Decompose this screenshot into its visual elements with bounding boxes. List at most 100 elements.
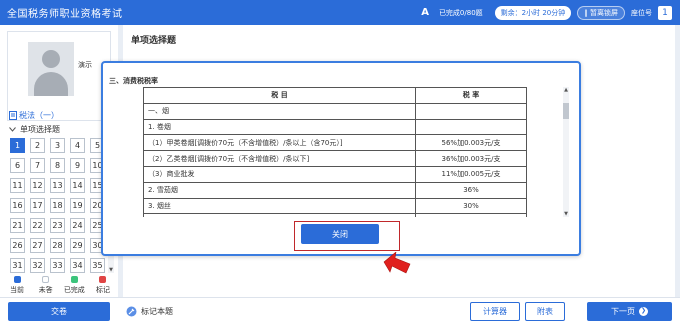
appendix-button[interactable]: 附表: [525, 302, 565, 321]
time-remaining: 剩余：2小时 20分钟: [494, 5, 572, 20]
tax-item-cell: [143, 213, 416, 217]
question-number-button[interactable]: 13: [50, 178, 65, 193]
legend-label: 未答: [38, 286, 53, 294]
scroll-down-icon[interactable]: ▼: [563, 211, 569, 217]
tax-rate-cell: 30%: [415, 197, 527, 215]
question-number-button[interactable]: 28: [50, 238, 65, 253]
legend-swatch: [99, 276, 107, 283]
tax-item-cell: 2. 雪茄烟: [143, 181, 416, 199]
tax-rate-cell: [415, 213, 527, 217]
subject-label: 税法（一）: [19, 111, 59, 120]
next-page-label: 下一页: [611, 307, 635, 316]
question-number-button[interactable]: 23: [50, 218, 65, 233]
question-number-button[interactable]: 35: [90, 258, 105, 273]
question-number-button[interactable]: 27: [30, 238, 45, 253]
section-toggle[interactable]: 单项选择题: [9, 124, 60, 135]
pin-icon: [126, 306, 137, 317]
legend-swatch: [70, 276, 78, 283]
question-number-button[interactable]: 32: [30, 258, 45, 273]
question-number-button[interactable]: 17: [30, 198, 45, 213]
column-header-rate: 税 率: [415, 87, 527, 104]
legend-item: 当前: [4, 276, 30, 295]
question-number-button[interactable]: 33: [50, 258, 65, 273]
question-number-button[interactable]: 4: [70, 138, 85, 153]
modal-title: 三、消费税税率: [109, 77, 158, 85]
question-number-button[interactable]: 22: [30, 218, 45, 233]
tax-rate-cell: [415, 102, 527, 120]
question-number-button[interactable]: 1: [10, 138, 25, 153]
progress-text: 已完成0/80题: [438, 8, 483, 17]
avatar-head: [42, 50, 60, 68]
tax-rate-modal: 三、消费税税率 税 目 税 率 一、烟 1. 卷烟 （1）甲类卷烟[调拨价70元（不…: [101, 61, 581, 256]
question-number-button[interactable]: 3: [50, 138, 65, 153]
modal-scrollbar[interactable]: ▲ ▼: [563, 87, 569, 217]
username: 演示: [78, 61, 92, 69]
table-row: 2. 雪茄烟 36%: [143, 181, 527, 199]
mark-question-button[interactable]: 标记本题: [126, 306, 173, 317]
top-bar: 全国税务师职业资格考试 A 已完成0/80题 剩余：2小时 20分钟 ‖ 暂离锁…: [0, 0, 680, 25]
close-button-highlight: 关闭: [294, 221, 400, 251]
exam-title: 全国税务师职业资格考试: [7, 9, 123, 20]
tax-rate-cell: 36%加0.003元/支: [415, 150, 527, 167]
seat-label: 座位号: [631, 8, 652, 17]
section-label: 单项选择题: [20, 125, 60, 134]
question-number-button[interactable]: 24: [70, 218, 85, 233]
lock-screen-button[interactable]: ‖ 暂离锁屏: [577, 5, 625, 20]
mark-question-label: 标记本题: [141, 307, 173, 316]
chevron-down-icon: [9, 127, 16, 132]
question-number-button[interactable]: 14: [70, 178, 85, 193]
legend-item: 标记: [90, 276, 116, 295]
question-number-button[interactable]: 31: [10, 258, 25, 273]
submit-exam-button[interactable]: 交卷: [8, 302, 110, 321]
question-number-button[interactable]: 12: [30, 178, 45, 193]
tax-rate-cell: 11%加0.005元/支: [415, 165, 527, 183]
legend-swatch: [42, 276, 50, 283]
tax-item-cell: 3. 烟丝: [143, 197, 416, 215]
subject-link[interactable]: 税法（一）: [9, 110, 59, 121]
table-body: 一、烟 1. 卷烟 （1）甲类卷烟[调拨价70元（不含增值税）/条以上（含70元）]…: [143, 102, 527, 217]
scroll-up-icon[interactable]: ▲: [563, 87, 569, 93]
question-grid: 1 2 3 4 5 6 7 8 9 10 11 12 13 14 15 16 17 18 19 20 21 22 23 24 2…: [10, 138, 106, 273]
legend-label: 标记: [95, 286, 110, 294]
question-number-button[interactable]: 26: [10, 238, 25, 253]
profile-card: 演示: [7, 31, 111, 121]
close-button[interactable]: 关闭: [301, 224, 379, 244]
table-row: （1）甲类卷烟[调拨价70元（不含增值税）/条以上（含70元）] 56%加0.00…: [143, 134, 527, 152]
question-number-button[interactable]: 21: [10, 218, 25, 233]
question-number-button[interactable]: 29: [70, 238, 85, 253]
tax-rate-cell: [415, 118, 527, 136]
question-number-button[interactable]: 16: [10, 198, 25, 213]
status-legend: 当前 未答 已完成 标记: [4, 276, 116, 295]
scroll-down-icon[interactable]: ▼: [108, 267, 114, 273]
tax-item-cell: （1）甲类卷烟[调拨价70元（不含增值税）/条以上（含70元）]: [143, 134, 416, 152]
seat-number: 1: [658, 5, 672, 20]
question-number-button[interactable]: 9: [70, 158, 85, 173]
question-number-button[interactable]: 11: [10, 178, 25, 193]
section-heading: 单项选择题: [131, 36, 177, 46]
modal-scrollbar-thumb[interactable]: [563, 103, 569, 119]
font-size-icon[interactable]: A: [421, 7, 429, 18]
calculator-button[interactable]: 计算器: [470, 302, 520, 321]
legend-label: 已完成: [63, 286, 85, 294]
tax-rate-table: 税 目 税 率 一、烟 1. 卷烟 （1）甲类卷烟[调拨价70元（不含增值税）/条以…: [143, 87, 527, 217]
table-header-row: 税 目 税 率: [143, 87, 527, 104]
question-number-button[interactable]: 2: [30, 138, 45, 153]
question-number-button[interactable]: 19: [70, 198, 85, 213]
table-row: 一、烟: [143, 102, 527, 120]
question-number-button[interactable]: 7: [30, 158, 45, 173]
avatar-body: [34, 72, 68, 96]
next-page-button[interactable]: 下一页 ❯: [587, 302, 672, 321]
chevron-right-icon: ❯: [639, 307, 648, 316]
top-bar-right: A 已完成0/80题 剩余：2小时 20分钟 ‖ 暂离锁屏 座位号 1: [421, 0, 672, 25]
legend-item: 已完成: [61, 276, 87, 295]
question-number-button[interactable]: 18: [50, 198, 65, 213]
tax-rate-cell: 56%加0.003元/支: [415, 134, 527, 152]
tax-item-cell: （3）商业批发: [143, 165, 416, 183]
question-number-button[interactable]: 8: [50, 158, 65, 173]
modal-content: 税 目 税 率 一、烟 1. 卷烟 （1）甲类卷烟[调拨价70元（不含增值税）/条以…: [143, 87, 535, 217]
tax-item-cell: 1. 卷烟: [143, 118, 416, 136]
legend-item: 未答: [33, 276, 59, 295]
question-number-button[interactable]: 6: [10, 158, 25, 173]
legend-swatch: [13, 276, 21, 283]
question-number-button[interactable]: 34: [70, 258, 85, 273]
